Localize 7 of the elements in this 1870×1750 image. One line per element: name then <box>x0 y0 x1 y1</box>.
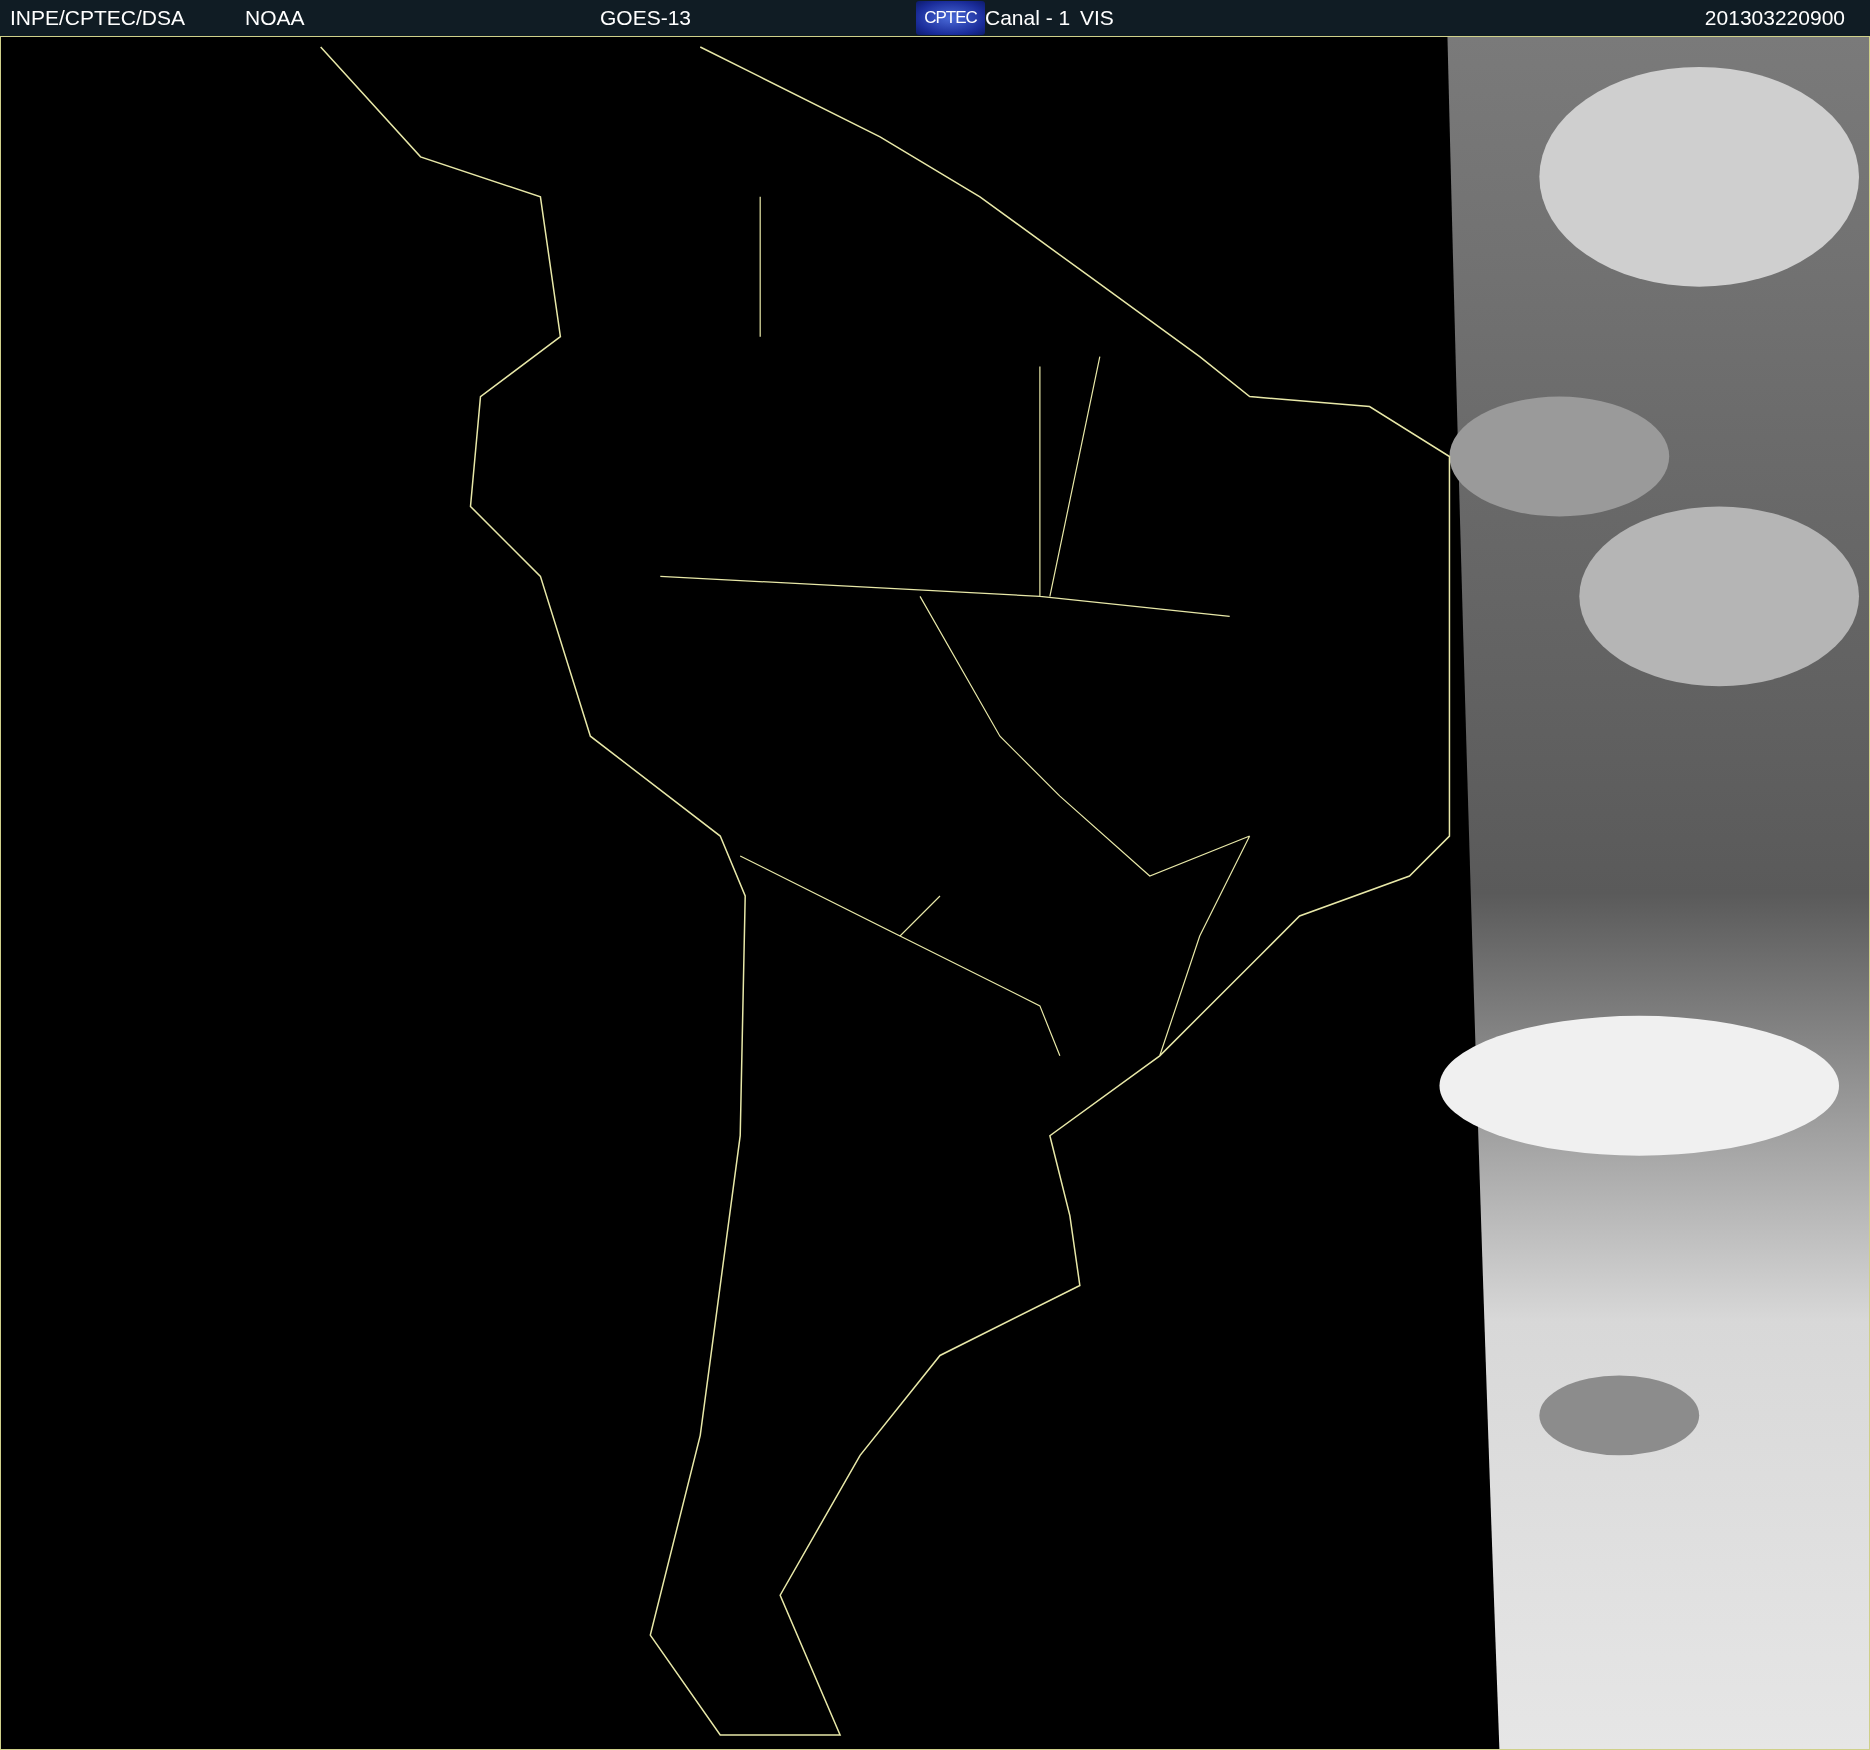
source-label: INPE/CPTEC/DSA <box>10 6 186 30</box>
channel-label: Canal - 1 <box>985 6 1071 30</box>
logo: CPTEC <box>916 1 985 35</box>
satellite-label: GOES-13 <box>600 6 692 30</box>
timestamp-label: 201303220900 <box>1704 6 1845 30</box>
agency-label: NOAA <box>245 6 305 30</box>
band-label: VIS <box>1080 6 1114 30</box>
